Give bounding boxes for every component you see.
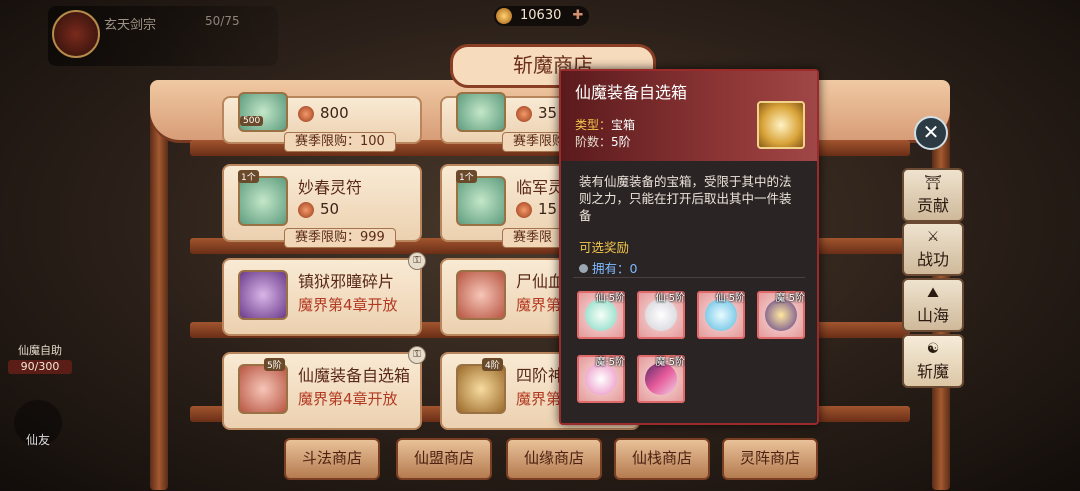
reward-item[interactable]: 仙·5阶 <box>577 291 625 339</box>
side-tab-merit[interactable]: ⚔ 战功 <box>902 222 964 276</box>
treasure-chest-icon <box>757 101 805 149</box>
mountain-icon: ⛰ <box>927 285 939 301</box>
contribution-icon: ⛩ <box>924 175 942 191</box>
guild-member-count: 50/75 <box>205 14 240 28</box>
info-icon <box>579 264 588 273</box>
selectable-rewards-heading: 可选奖励 <box>579 240 630 255</box>
tab-fate-shop[interactable]: 仙缘商店 <box>506 438 602 480</box>
unlock-requirement: 魔界第 <box>516 296 562 314</box>
price-coin-icon <box>516 106 532 122</box>
item-tier: 阶数：5阶 <box>575 135 631 149</box>
activity-widget[interactable]: 仙魔自助 90/300 <box>4 342 76 374</box>
item-icon <box>238 364 288 414</box>
divider <box>573 277 805 278</box>
tab-duel-shop[interactable]: 斗法商店 <box>284 438 380 480</box>
item-price: 15 <box>538 200 558 218</box>
item-icon <box>238 176 288 226</box>
item-icon <box>456 176 506 226</box>
item-icon <box>238 92 288 132</box>
item-type: 类型：宝箱 <box>575 118 636 132</box>
shop-item-card[interactable]: 镇狱邪瞳碎片 魔界第4章开放 ⚿ <box>222 252 426 336</box>
item-icon <box>238 270 288 320</box>
purchase-limit: 赛季限 <box>502 228 564 248</box>
item-name: 妙春灵符 <box>298 178 363 197</box>
item-icon <box>456 364 506 414</box>
item-name: 临军灵 <box>516 178 565 197</box>
tab-alliance-shop[interactable]: 仙盟商店 <box>396 438 492 480</box>
item-detail-popup: 仙魔装备自选箱 类型：宝箱 阶数：5阶 装有仙魔装备的宝箱，受限于其中的法则之力… <box>559 69 819 425</box>
shop-item-card[interactable]: 5阶 仙魔装备自选箱 魔界第4章开放 ⚿ <box>222 346 426 430</box>
demon-icon: ☯ <box>926 341 940 357</box>
side-tab-contribution[interactable]: ⛩ 贡献 <box>902 168 964 222</box>
demon-coin-icon <box>496 8 512 24</box>
side-tab-demon-slaying[interactable]: ☯ 斩魔 <box>902 334 964 388</box>
reward-item[interactable]: 仙·5阶 <box>697 291 745 339</box>
item-description: 装有仙魔装备的宝箱，受限于其中的法则之力，只能在打开后取出其中一件装备 <box>579 174 792 223</box>
friend-button[interactable]: 仙友 <box>14 400 62 447</box>
shop-item-card[interactable]: 500 800 赛季限购：100 <box>222 92 422 152</box>
side-tab-shanhai[interactable]: ⛰ 山海 <box>902 278 964 332</box>
price-coin-icon <box>516 202 532 218</box>
price-coin-icon <box>298 106 314 122</box>
unlock-requirement: 魔界第 <box>516 390 562 408</box>
reward-item[interactable]: 魔·5阶 <box>637 355 685 403</box>
purchase-limit: 赛季限购：999 <box>284 228 396 248</box>
item-name: 四阶神 <box>516 366 565 385</box>
guild-name: 玄天剑宗 <box>104 18 157 33</box>
reward-item[interactable]: 仙·5阶 <box>637 291 685 339</box>
tab-array-shop[interactable]: 灵阵商店 <box>722 438 818 480</box>
owned-count: 拥有：0 <box>579 258 637 277</box>
shop-item-card[interactable]: 1个 妙春灵符 50 赛季限购：999 <box>222 164 422 248</box>
currency-value: 10630 <box>520 8 562 23</box>
item-name: 仙魔装备自选箱 <box>298 366 411 385</box>
reward-item[interactable]: 魔·5阶 <box>577 355 625 403</box>
item-price: 50 <box>320 200 340 218</box>
left-pillar <box>150 90 168 490</box>
item-icon <box>456 92 506 132</box>
reward-item[interactable]: 魔·5阶 <box>757 291 805 339</box>
item-icon <box>456 270 506 320</box>
item-name: 尸仙血 <box>516 272 565 291</box>
unlock-requirement: 魔界第4章开放 <box>298 296 398 314</box>
tab-inn-shop[interactable]: 仙栈商店 <box>614 438 710 480</box>
price-coin-icon <box>298 202 314 218</box>
activity-label: 仙魔自助 <box>18 344 62 357</box>
lock-icon: ⚿ <box>408 252 426 270</box>
merit-icon: ⚔ <box>926 229 940 245</box>
purchase-limit: 赛季限购：100 <box>284 132 396 152</box>
popup-title: 仙魔装备自选箱 <box>575 83 688 102</box>
lock-icon: ⚿ <box>408 346 426 364</box>
item-name: 镇狱邪瞳碎片 <box>298 272 395 291</box>
currency-display: 10630 ✚ <box>494 6 590 26</box>
activity-progress: 90/300 <box>8 360 72 374</box>
add-currency-icon[interactable]: ✚ <box>572 6 583 26</box>
unlock-requirement: 魔界第4章开放 <box>298 390 398 408</box>
close-icon[interactable]: ✕ <box>914 116 948 150</box>
guild-avatar[interactable] <box>52 10 100 58</box>
